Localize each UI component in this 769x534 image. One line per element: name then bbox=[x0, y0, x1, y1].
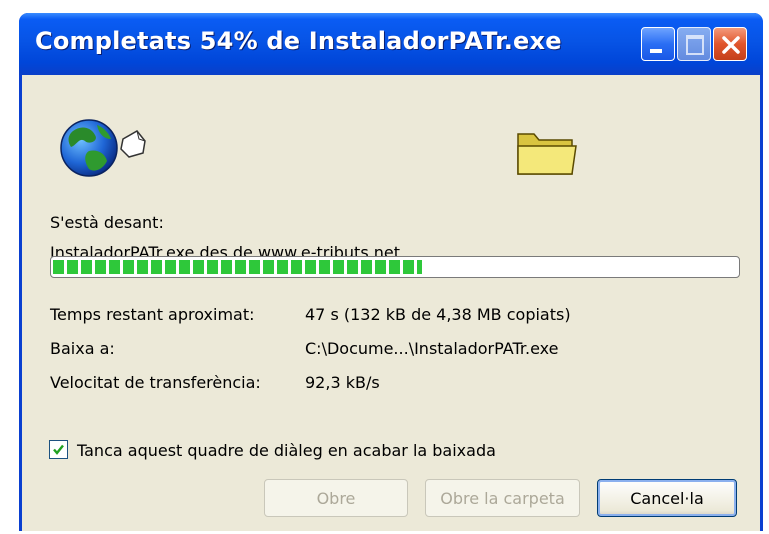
window-title: Completats 54% de InstaladorPATr.exe bbox=[35, 27, 562, 55]
progress-fill bbox=[53, 260, 422, 274]
folder-icon bbox=[517, 133, 577, 175]
saving-label: S'està desant: bbox=[50, 213, 164, 232]
transfer-rate-value: 92,3 kB/s bbox=[305, 373, 380, 392]
download-to-label: Baixa a: bbox=[50, 339, 115, 358]
transfer-rate-label: Velocitat de transferència: bbox=[50, 373, 261, 392]
download-dialog-window: Completats 54% de InstaladorPATr.exe S'e… bbox=[19, 13, 763, 531]
close-icon bbox=[722, 36, 740, 54]
time-left-label: Temps restant aproximat: bbox=[50, 305, 255, 324]
close-button[interactable] bbox=[713, 27, 747, 61]
checkmark-icon bbox=[53, 444, 64, 455]
minimize-button[interactable] bbox=[641, 27, 675, 61]
titlebar[interactable]: Completats 54% de InstaladorPATr.exe bbox=[19, 13, 763, 75]
open-button[interactable]: Obre bbox=[264, 479, 408, 517]
cancel-button[interactable]: Cancel·la bbox=[597, 479, 737, 517]
download-to-value: C:\Docume...\InstaladorPATr.exe bbox=[305, 339, 559, 358]
download-progress-bar bbox=[50, 256, 740, 278]
time-left-value: 47 s (132 kB de 4,38 MB copiats) bbox=[305, 305, 571, 324]
globe-with-document-icon bbox=[60, 119, 146, 177]
maximize-button[interactable] bbox=[677, 27, 711, 61]
open-folder-button[interactable]: Obre la carpeta bbox=[425, 479, 580, 517]
close-when-done-checkbox[interactable] bbox=[49, 440, 68, 459]
dialog-body: S'està desant: InstaladorPATr.exe des de… bbox=[22, 75, 760, 531]
close-when-done-label[interactable]: Tanca aquest quadre de diàleg en acabar … bbox=[77, 441, 496, 460]
